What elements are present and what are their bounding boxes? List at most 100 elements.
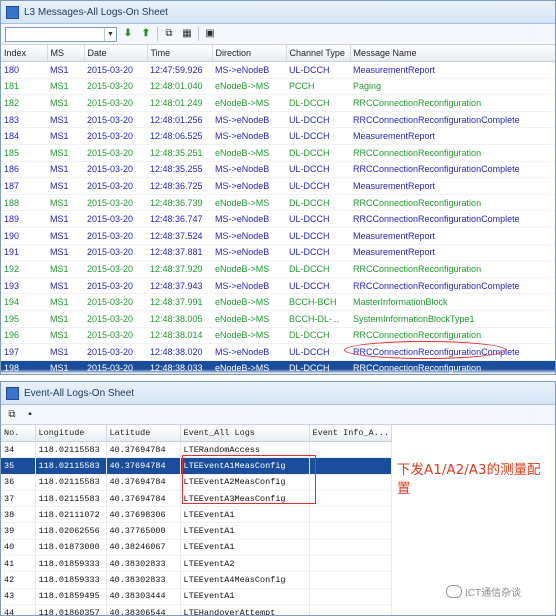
cell-ms: MS1	[47, 194, 84, 212]
cell-lat: 40.37698306	[106, 506, 181, 524]
cell-date: 2015-03-20	[84, 161, 147, 179]
cell-lon: 118.01873000	[35, 539, 107, 557]
column-header[interactable]: Event Info_A...	[309, 425, 392, 442]
cell-direction: MS->eNodeB	[212, 127, 286, 145]
cell-ms: MS1	[47, 94, 84, 112]
column-header[interactable]: MS	[47, 45, 85, 62]
column-header[interactable]: Index	[1, 45, 48, 62]
column-header[interactable]: Longitude	[35, 425, 107, 442]
column-header[interactable]: Date	[84, 45, 148, 62]
copy-icon[interactable]: ⧉	[5, 408, 19, 422]
cell-index: 196	[1, 327, 47, 345]
table-row[interactable]: 39 118.02062556 40.37765000 LTEEventA1	[1, 522, 392, 540]
l3-window-title: L3 Messages-All Logs-On Sheet	[24, 6, 168, 18]
event-table-header: No. Longitude Latitude Event_All Logs Event …	[1, 425, 392, 442]
cell-channel: UL-DCCH	[286, 111, 350, 129]
view-icon[interactable]: ▣	[203, 27, 217, 41]
cell-message: MeasurementReport	[350, 61, 555, 79]
copy-icon[interactable]: ⧉	[162, 27, 176, 41]
arrow-down-icon[interactable]: ⬇	[121, 27, 135, 41]
table-row[interactable]: 188 MS1 2015-03-20 12:48:36.739 eNodeB->MS DL…	[1, 194, 555, 212]
cell-lon: 118.01859333	[35, 555, 107, 573]
table-row[interactable]: 35 118.02115583 40.37694784 LTEEventA1MeasC…	[1, 457, 392, 475]
cell-channel: BCCH-BCH	[286, 293, 350, 311]
cell-index: 188	[1, 194, 47, 212]
cell-index: 185	[1, 144, 47, 162]
table-row[interactable]: 38 118.02111072 40.37698306 LTEEventA1	[1, 506, 392, 524]
table-row[interactable]: 180 MS1 2015-03-20 12:47:59.926 MS->eNodeB UL…	[1, 61, 555, 79]
table-row[interactable]: 195 MS1 2015-03-20 12:48:38.005 eNodeB->MS BC…	[1, 310, 555, 328]
cell-channel: PCCH	[286, 78, 350, 96]
cell-message: RRCConnectionReconfiguration	[350, 144, 555, 162]
cell-info	[309, 588, 392, 605]
export-icon[interactable]: ▦	[180, 27, 194, 41]
save-icon[interactable]: ▪	[23, 408, 37, 422]
table-row[interactable]: 40 118.01873000 40.38246067 LTEEventA1	[1, 539, 392, 557]
table-row[interactable]: 186 MS1 2015-03-20 12:48:35.255 MS->eNodeB UL…	[1, 161, 555, 179]
table-row[interactable]: 34 118.02115583 40.37694784 LTERandomAccess	[1, 441, 392, 459]
l3-table-header: Index MS Date Time Direction Channel Type Mess…	[1, 45, 555, 62]
column-header[interactable]: Channel Type	[286, 45, 351, 62]
cell-lat: 40.38306544	[106, 604, 181, 615]
cell-lon: 118.01859495	[35, 588, 107, 605]
cell-info	[309, 604, 392, 615]
cell-ms: MS1	[47, 78, 84, 96]
cell-lat: 40.37694784	[106, 474, 181, 491]
table-row[interactable]: 190 MS1 2015-03-20 12:48:37.524 MS->eNodeB UL…	[1, 227, 555, 245]
table-row[interactable]: 194 MS1 2015-03-20 12:48:37.991 eNodeB->MS BC…	[1, 293, 555, 311]
cell-message: RRCConnectionReconfigurationComplete	[350, 210, 555, 228]
filter-combo[interactable]: ▼	[5, 26, 117, 42]
cell-time: 12:48:38.020	[147, 343, 212, 361]
cell-info	[309, 490, 392, 508]
cell-direction: eNodeB->MS	[212, 293, 286, 311]
column-header[interactable]: Latitude	[106, 425, 181, 442]
event-table-body: 34 118.02115583 40.37694784 LTERandomAccess…	[1, 441, 392, 615]
column-header[interactable]: Message Name	[350, 45, 555, 62]
table-row[interactable]: 189 MS1 2015-03-20 12:48:36.747 MS->eNodeB UL…	[1, 210, 555, 228]
table-row[interactable]: 181 MS1 2015-03-20 12:48:01.040 eNodeB->MS PC…	[1, 78, 555, 96]
cell-lon: 118.01860357	[35, 604, 107, 615]
cell-channel: DL-DCCH	[286, 327, 350, 345]
cell-date: 2015-03-20	[84, 111, 147, 129]
cell-time: 12:48:35.251	[147, 144, 212, 162]
table-row[interactable]: 197 MS1 2015-03-20 12:48:38.020 MS->eNodeB UL…	[1, 343, 555, 361]
cell-time: 12:48:37.524	[147, 227, 212, 245]
table-row[interactable]: 36 118.02115583 40.37694784 LTEEventA2MeasC…	[1, 474, 392, 491]
table-row[interactable]: 42 118.01859333 40.38302833 LTEEventA4MeasC…	[1, 571, 392, 589]
column-header[interactable]: No.	[1, 425, 36, 442]
chevron-down-icon[interactable]: ▼	[104, 27, 116, 41]
column-header[interactable]: Direction	[212, 45, 287, 62]
table-row[interactable]: 182 MS1 2015-03-20 12:48:01.249 eNodeB->MS DL…	[1, 94, 555, 112]
cell-channel: UL-DCCH	[286, 210, 350, 228]
cell-channel: BCCH-DL-...	[286, 310, 350, 328]
cell-index: 182	[1, 94, 47, 112]
cell-time: 12:48:36.739	[147, 194, 212, 212]
table-row[interactable]: 183 MS1 2015-03-20 12:48:01.256 MS->eNodeB UL…	[1, 111, 555, 129]
column-header[interactable]: Event_All Logs	[180, 425, 310, 442]
table-row[interactable]: 187 MS1 2015-03-20 12:48:36.725 MS->eNodeB UL…	[1, 177, 555, 195]
cell-no: 37	[1, 490, 36, 508]
watermark: ICT通信杂谈	[446, 584, 521, 599]
cell-date: 2015-03-20	[84, 78, 147, 96]
table-row[interactable]: 196 MS1 2015-03-20 12:48:38.014 eNodeB->MS DL…	[1, 327, 555, 345]
cell-time: 12:48:37.881	[147, 244, 212, 262]
table-row[interactable]: 184 MS1 2015-03-20 12:48:06.525 MS->eNodeB UL…	[1, 127, 555, 145]
l3-toolbar: ▼ ⬇ ⬆ ⧉ ▦ ▣	[1, 24, 555, 45]
cell-direction: eNodeB->MS	[212, 194, 286, 212]
cell-ms: MS1	[47, 227, 84, 245]
column-header[interactable]: Time	[147, 45, 213, 62]
table-row[interactable]: 37 118.02115583 40.37694784 LTEEventA3MeasC…	[1, 490, 392, 508]
cell-no: 42	[1, 571, 36, 589]
table-row[interactable]: 192 MS1 2015-03-20 12:48:37.929 eNodeB->MS DL…	[1, 260, 555, 278]
cell-message: RRCConnectionReconfiguration	[350, 194, 555, 212]
table-row[interactable]: 43 118.01859495 40.38303444 LTEEventA1	[1, 588, 392, 605]
cell-direction: MS->eNodeB	[212, 177, 286, 195]
table-row[interactable]: 44 118.01860357 40.38306544 LTEHandoverAtte…	[1, 604, 392, 615]
cell-index: 197	[1, 343, 47, 361]
cell-message: MasterInformationBlock	[350, 293, 555, 311]
table-row[interactable]: 193 MS1 2015-03-20 12:48:37.943 MS->eNodeB UL…	[1, 277, 555, 295]
table-row[interactable]: 191 MS1 2015-03-20 12:48:37.881 MS->eNodeB UL…	[1, 244, 555, 262]
table-row[interactable]: 185 MS1 2015-03-20 12:48:35.251 eNodeB->MS DL…	[1, 144, 555, 162]
arrow-up-icon[interactable]: ⬆	[139, 27, 153, 41]
table-row[interactable]: 41 118.01859333 40.38302833 LTEEventA2	[1, 555, 392, 573]
